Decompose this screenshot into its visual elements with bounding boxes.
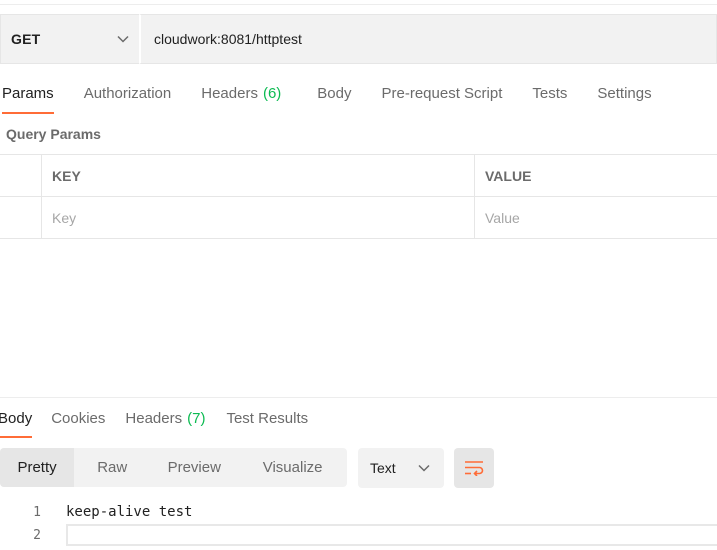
tab-settings[interactable]: Settings [597, 78, 651, 114]
tab-response-headers[interactable]: Headers (7) [125, 398, 205, 438]
request-tabs: Params Authorization Headers (6) Body Pr… [0, 78, 652, 114]
wrap-lines-icon [464, 460, 484, 476]
postman-request-page: GET cloudwork:8081/httptest Params Autho… [0, 0, 717, 550]
line-number: 2 [33, 527, 41, 543]
value-column-header: VALUE [475, 155, 717, 196]
top-divider [0, 0, 717, 5]
format-label: Text [370, 460, 396, 476]
tab-label: Params [2, 85, 54, 102]
view-pretty[interactable]: Pretty [0, 448, 75, 487]
tab-label: Headers [125, 410, 183, 427]
query-params-title: Query Params [6, 126, 101, 142]
key-placeholder: Key [52, 209, 77, 226]
tab-test-results[interactable]: Test Results [226, 398, 308, 438]
code-line: 1 keep-alive test [0, 501, 717, 523]
method-select[interactable]: GET [0, 14, 139, 64]
tab-headers[interactable]: Headers (6) [201, 78, 281, 114]
tab-authorization[interactable]: Authorization [84, 78, 172, 114]
tab-cookies[interactable]: Cookies [51, 398, 105, 438]
value-header-label: VALUE [485, 167, 532, 184]
checkbox-column-header [0, 155, 42, 196]
tab-body[interactable]: Body [317, 78, 351, 114]
line-text: keep-alive test [66, 504, 193, 520]
tab-label: Cookies [51, 410, 106, 427]
view-label: Pretty [17, 459, 57, 476]
url-text: cloudwork:8081/httptest [154, 31, 302, 47]
key-input[interactable]: Key [42, 197, 475, 238]
view-label: Raw [97, 459, 128, 476]
tab-label: Headers [201, 85, 258, 102]
row-checkbox-cell [0, 197, 42, 238]
tab-label: Body [0, 410, 33, 427]
table-row: Key Value [0, 197, 717, 239]
tab-count: (6) [262, 85, 282, 102]
tab-label: Authorization [83, 85, 172, 102]
value-placeholder: Value [485, 209, 520, 226]
tab-label: Test Results [226, 410, 309, 427]
url-input[interactable]: cloudwork:8081/httptest [139, 14, 717, 64]
request-bar: GET cloudwork:8081/httptest [0, 14, 717, 64]
table-header-row: KEY VALUE [0, 155, 717, 197]
chevron-down-icon [418, 462, 430, 474]
tab-tests[interactable]: Tests [532, 78, 567, 114]
tab-response-body[interactable]: Body [0, 398, 33, 438]
view-visualize[interactable]: Visualize [238, 448, 347, 487]
tab-label: Pre-request Script [381, 85, 503, 102]
view-raw[interactable]: Raw [74, 448, 150, 487]
chevron-down-icon [117, 33, 129, 45]
params-table: KEY VALUE Key Value [0, 154, 717, 239]
tab-label: Tests [532, 85, 568, 102]
tab-params[interactable]: Params [2, 78, 54, 114]
tab-label: Settings [597, 85, 652, 102]
view-label: Preview [167, 459, 221, 476]
response-tabs: Body Cookies Headers (7) Test Results [0, 397, 717, 438]
code-line: 2 [0, 524, 717, 546]
line-number: 1 [33, 504, 41, 520]
tab-label: Body [317, 85, 352, 102]
view-preview[interactable]: Preview [150, 448, 238, 487]
tab-pre-request-script[interactable]: Pre-request Script [382, 78, 503, 114]
method-label: GET [11, 31, 41, 47]
tab-count: (7) [187, 410, 206, 427]
view-label: Visualize [262, 459, 323, 476]
key-column-header: KEY [42, 155, 475, 196]
value-input[interactable]: Value [475, 197, 717, 238]
response-body-editor[interactable]: 1 keep-alive test 2 [0, 500, 717, 550]
format-select[interactable]: Text [358, 448, 444, 488]
key-header-label: KEY [52, 167, 81, 184]
wrap-lines-button[interactable] [454, 448, 494, 488]
view-mode-segmented-control: Pretty Raw Preview Visualize [0, 448, 347, 487]
